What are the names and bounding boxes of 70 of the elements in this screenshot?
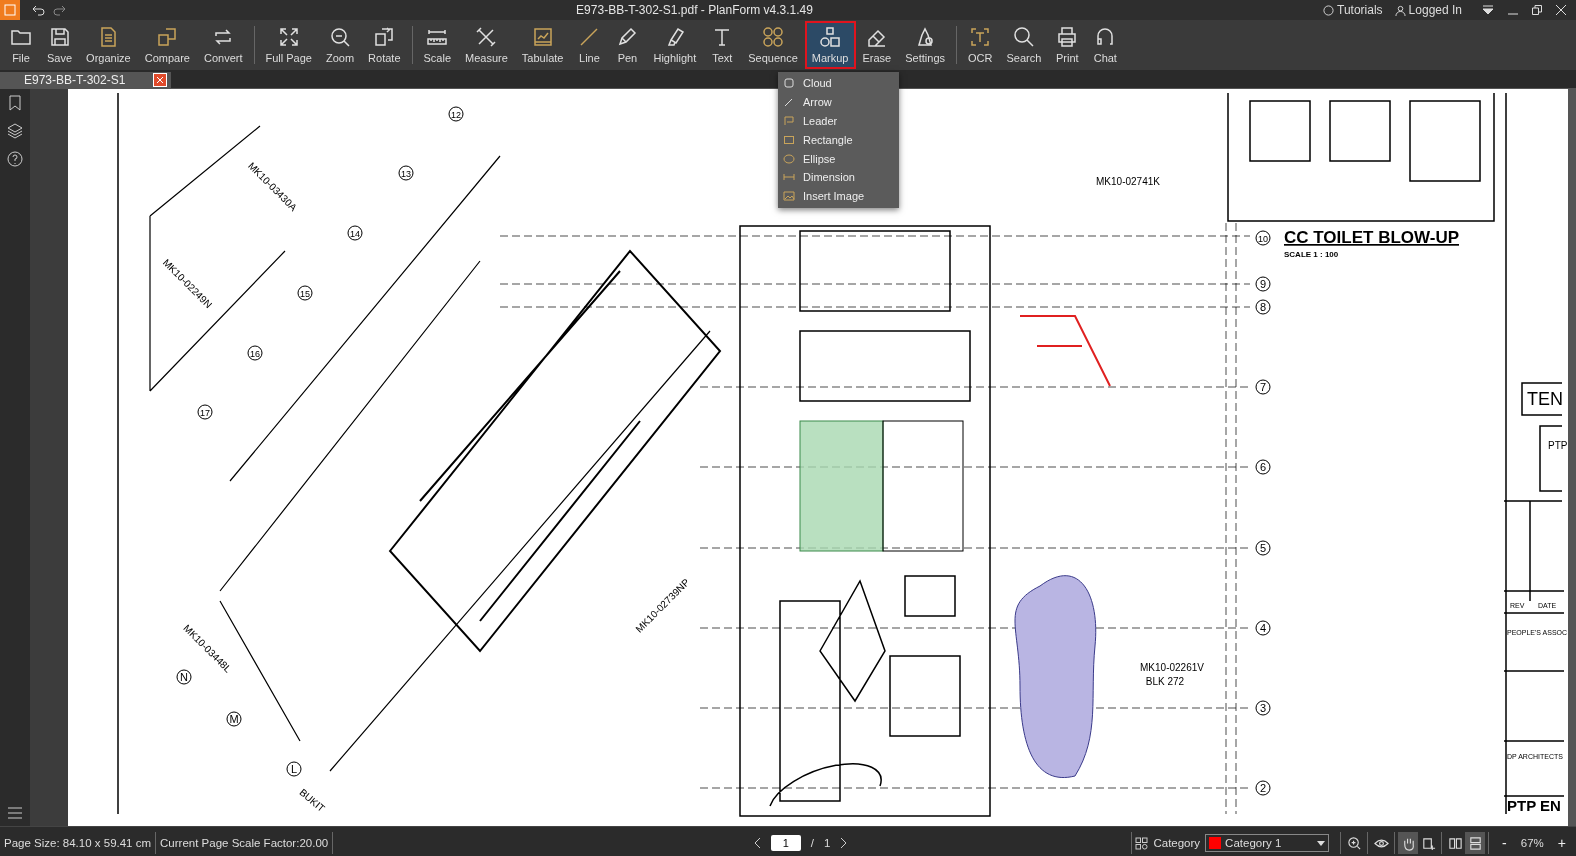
toolbar-button[interactable]: Text	[703, 21, 742, 69]
plan-label: MK10-02261V	[1140, 662, 1204, 673]
scale-factor-text: Current Page Scale Factor:20.00	[156, 832, 334, 854]
toolbar-button[interactable]: Settings	[898, 21, 952, 69]
toolbar-button[interactable]: Zoom	[319, 21, 362, 69]
menu-item[interactable]: Insert Image	[778, 186, 899, 206]
toolbar-button[interactable]: Convert	[196, 21, 250, 69]
toolbar-button[interactable]: Chat	[1086, 21, 1125, 69]
grid-bubble: 10	[1255, 230, 1271, 246]
title-block-text: PTP EN	[1507, 797, 1561, 814]
menu-item[interactable]: Leader	[778, 111, 899, 131]
grid-bubble: 8	[1255, 299, 1271, 315]
toolbar-button[interactable]: Print	[1048, 21, 1087, 69]
plan-label: BLK 272	[1145, 676, 1185, 687]
category-label: Category	[1153, 837, 1201, 849]
zoom-in-button[interactable]: +	[1557, 835, 1566, 851]
toolbar-button[interactable]: Pen	[608, 21, 647, 69]
toolbar-button[interactable]: Search	[999, 21, 1049, 69]
window-title: E973-BB-T-302-S1.pdf - PlanForm v4.3.1.49	[575, 3, 814, 17]
page-number-field[interactable]: 1	[770, 835, 801, 851]
toolbar-button[interactable]: Save	[40, 21, 80, 69]
menu-item[interactable]: Rectangle	[778, 130, 899, 150]
grid-bubble: 7	[1255, 379, 1271, 395]
grid-bubble: 5	[1255, 540, 1271, 556]
toolbar-button[interactable]: Tabulate	[514, 21, 571, 69]
grid-bubble: N	[176, 669, 192, 685]
toolbar-button[interactable]: Full Page	[258, 21, 319, 69]
toolbar-button[interactable]: Markup	[804, 21, 856, 69]
grid-bubble: 16	[247, 345, 263, 361]
toolbar-button[interactable]: Scale	[416, 21, 459, 69]
grid-bubble: 12	[448, 106, 464, 122]
toolbar-button[interactable]: Line	[570, 21, 609, 69]
toolbar-button[interactable]: File	[2, 21, 40, 69]
grid-bubble: 2	[1255, 780, 1271, 796]
menu-item[interactable]: Cloud	[778, 74, 899, 93]
toolbar-button[interactable]: Measure	[458, 21, 515, 69]
grid-bubble: 9	[1255, 276, 1271, 292]
zoom-out-button[interactable]: -	[1502, 835, 1507, 851]
grid-bubble: 3	[1255, 700, 1271, 716]
grid-bubble: 4	[1255, 620, 1271, 636]
page-total: 1	[824, 837, 831, 849]
toolbar-button[interactable]: Organize	[79, 21, 138, 69]
toolbar-button[interactable]: Compare	[137, 21, 197, 69]
toolbar-button[interactable]: Rotate	[361, 21, 408, 69]
menu-item[interactable]: Ellipse	[778, 149, 899, 168]
drawing-title: CC TOILET BLOW-UP	[1284, 228, 1459, 247]
document-tab[interactable]: E973-BB-T-302-S1	[0, 72, 172, 88]
menu-item[interactable]: Arrow	[778, 92, 899, 112]
grid-bubble: L	[286, 761, 302, 777]
page-separator: /	[810, 837, 815, 849]
grid-bubble: 6	[1255, 459, 1271, 475]
toolbar-button[interactable]: Sequence	[741, 21, 805, 69]
tutorials-link[interactable]: Tutorials	[1323, 3, 1383, 17]
grid-bubble: 13	[398, 165, 414, 181]
grid-bubble: M	[226, 711, 242, 727]
account-link[interactable]: Logged In	[1394, 3, 1462, 17]
category-select[interactable]: Category 1	[1205, 834, 1330, 852]
grid-bubble: 17	[197, 404, 213, 420]
toolbar-button[interactable]: Highlight	[646, 21, 704, 69]
toolbar-button[interactable]: Erase	[855, 21, 899, 69]
plan-label: MK10-02741K	[1096, 176, 1160, 187]
toolbar-button[interactable]: OCR	[961, 21, 1000, 69]
grid-bubble: 15	[297, 285, 313, 301]
drawing-scale: SCALE 1 : 100	[1284, 250, 1339, 259]
zoom-level: 67%	[1520, 837, 1544, 849]
page-size-text: Page Size: 84.10 x 59.41 cm	[0, 832, 157, 854]
title-block-text: PTP	[1548, 440, 1568, 451]
grid-bubble: 14	[347, 225, 363, 241]
title-block-text: TEN	[1527, 389, 1563, 409]
menu-item[interactable]: Dimension	[778, 168, 899, 187]
